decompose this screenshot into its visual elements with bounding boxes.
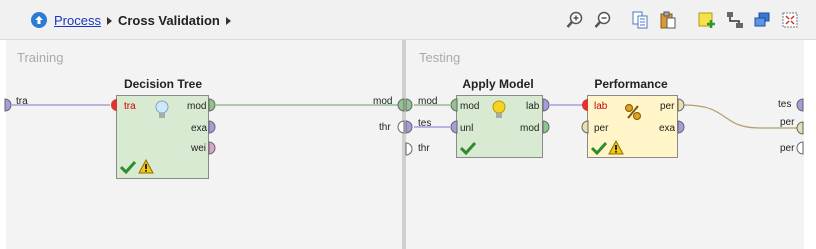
decision-tree-out-wei-port[interactable]: [208, 141, 216, 155]
decision-tree-out-mod-label: mod: [187, 101, 207, 112]
testing-output-tes-port[interactable]: [796, 98, 804, 112]
apply-model-in-mod-label: mod: [460, 101, 480, 112]
decision-tree-in-tra-label: tra: [124, 101, 136, 112]
training-output-mod-port[interactable]: [393, 98, 405, 112]
performance-out-exa-port[interactable]: [677, 120, 685, 134]
performance-out-exa-label: exa: [659, 123, 676, 134]
performance-in-lab-label: lab: [594, 101, 608, 112]
decision-tree-out-exa-port[interactable]: [208, 120, 216, 134]
apply-model-out-lab-port[interactable]: [542, 98, 550, 112]
testing-output-per2-label: per: [780, 143, 795, 154]
decision-tree-title: Decision Tree: [123, 77, 203, 91]
testing-input-thr-port[interactable]: [405, 142, 417, 156]
testing-input-mod-port[interactable]: [405, 98, 417, 112]
decision-tree-out-mod-port[interactable]: [208, 98, 216, 112]
apply-model-out-lab-label: lab: [526, 101, 540, 112]
training-output-thr-port[interactable]: [393, 120, 405, 134]
training-input-port[interactable]: [4, 98, 16, 112]
success-check-icon: [591, 141, 607, 155]
performance-title: Performance: [594, 77, 668, 91]
training-input-label: tra: [16, 96, 28, 107]
testing-input-tes-port[interactable]: [405, 120, 417, 134]
apply-model-in-unl-port[interactable]: [450, 120, 458, 134]
apply-model-operator[interactable]: mod unl lab mod: [456, 95, 543, 158]
training-output-thr-label: thr: [379, 122, 391, 133]
success-check-icon: [120, 160, 136, 174]
testing-output-per2-port[interactable]: [796, 141, 804, 155]
decision-tree-in-tra-port[interactable]: [110, 98, 118, 112]
apply-model-out-mod-port[interactable]: [542, 120, 550, 134]
lightbulb-icon: [155, 100, 169, 118]
warning-icon[interactable]: [138, 159, 154, 174]
decision-tree-out-wei-label: wei: [191, 143, 207, 154]
performance-out-per-port[interactable]: [677, 98, 685, 112]
decision-tree-out-exa-label: exa: [191, 123, 208, 134]
lightbulb-icon: [492, 100, 506, 118]
testing-input-tes-label: tes: [418, 118, 432, 129]
apply-model-title: Apply Model: [462, 77, 534, 91]
testing-input-mod-label: mod: [418, 96, 438, 107]
performance-operator[interactable]: lab per per exa: [587, 95, 678, 158]
percent-icon: [625, 104, 641, 120]
performance-in-lab-port[interactable]: [581, 98, 589, 112]
apply-model-in-unl-label: unl: [460, 123, 474, 134]
decision-tree-operator[interactable]: tra mod exa wei: [116, 95, 209, 179]
training-output-mod-label: mod: [373, 96, 393, 107]
apply-model-in-mod-port[interactable]: [450, 98, 458, 112]
performance-out-per-label: per: [660, 101, 675, 112]
testing-output-tes-label: tes: [778, 99, 792, 110]
apply-model-out-mod-label: mod: [520, 123, 540, 134]
testing-output-per1-label: per: [780, 117, 795, 128]
performance-in-per-label: per: [594, 123, 609, 134]
warning-icon[interactable]: [608, 140, 624, 155]
testing-output-per1-port[interactable]: [796, 121, 804, 135]
success-check-icon: [460, 141, 476, 155]
performance-in-per-port[interactable]: [581, 120, 589, 134]
testing-input-thr-label: thr: [418, 143, 430, 154]
